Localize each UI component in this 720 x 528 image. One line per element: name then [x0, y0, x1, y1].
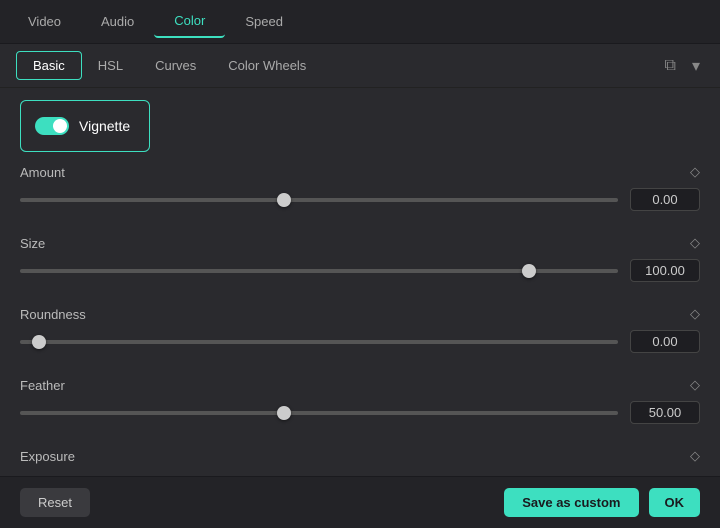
- size-label-row: Size ◇: [20, 235, 700, 251]
- roundness-input[interactable]: [630, 330, 700, 353]
- feather-label-row: Feather ◇: [20, 377, 700, 393]
- tab-audio[interactable]: Audio: [81, 6, 154, 37]
- top-tab-bar: Video Audio Color Speed: [0, 0, 720, 44]
- sub-tab-basic[interactable]: Basic: [16, 51, 82, 80]
- chevron-down-button[interactable]: ▾: [688, 52, 704, 80]
- reset-button[interactable]: Reset: [20, 488, 90, 517]
- ok-button[interactable]: OK: [649, 488, 701, 517]
- feather-slider[interactable]: [20, 411, 618, 415]
- amount-input[interactable]: [630, 188, 700, 211]
- exposure-slider-row: Exposure ◇: [20, 448, 700, 464]
- sub-tab-actions: ⧉ ▾: [661, 52, 704, 80]
- toggle-thumb: [53, 119, 67, 133]
- amount-slider[interactable]: [20, 198, 618, 202]
- bottom-bar: Reset Save as custom OK: [0, 476, 720, 528]
- vignette-section-header[interactable]: Vignette: [20, 100, 150, 152]
- bottom-right-actions: Save as custom OK: [504, 488, 700, 517]
- sub-tab-color-wheels[interactable]: Color Wheels: [212, 52, 322, 79]
- roundness-keyframe-icon[interactable]: ◇: [690, 306, 700, 322]
- sub-tab-bar: Basic HSL Curves Color Wheels ⧉ ▾: [0, 44, 720, 88]
- feather-keyframe-icon[interactable]: ◇: [690, 377, 700, 393]
- size-slider-row: Size ◇: [20, 235, 700, 282]
- tab-video[interactable]: Video: [8, 6, 81, 37]
- feather-label: Feather: [20, 378, 65, 393]
- main-content: Vignette Amount ◇ Size ◇ Roundness ◇: [0, 100, 720, 508]
- roundness-slider-row: Roundness ◇: [20, 306, 700, 353]
- tab-speed[interactable]: Speed: [225, 6, 303, 37]
- vignette-toggle[interactable]: [35, 117, 69, 135]
- roundness-control-row: [20, 330, 700, 353]
- size-label: Size: [20, 236, 45, 251]
- size-slider[interactable]: [20, 269, 618, 273]
- feather-slider-row: Feather ◇: [20, 377, 700, 424]
- save-as-custom-button[interactable]: Save as custom: [504, 488, 638, 517]
- sub-tab-curves[interactable]: Curves: [139, 52, 212, 79]
- amount-control-row: [20, 188, 700, 211]
- feather-control-row: [20, 401, 700, 424]
- size-control-row: [20, 259, 700, 282]
- exposure-label-row: Exposure ◇: [20, 448, 700, 464]
- size-keyframe-icon[interactable]: ◇: [690, 235, 700, 251]
- split-view-button[interactable]: ⧉: [661, 53, 680, 79]
- size-input[interactable]: [630, 259, 700, 282]
- roundness-label: Roundness: [20, 307, 86, 322]
- amount-label: Amount: [20, 165, 65, 180]
- exposure-label: Exposure: [20, 449, 75, 464]
- sub-tab-hsl[interactable]: HSL: [82, 52, 139, 79]
- feather-input[interactable]: [630, 401, 700, 424]
- tab-color[interactable]: Color: [154, 5, 225, 38]
- vignette-label: Vignette: [79, 118, 130, 134]
- amount-keyframe-icon[interactable]: ◇: [690, 164, 700, 180]
- amount-label-row: Amount ◇: [20, 164, 700, 180]
- roundness-label-row: Roundness ◇: [20, 306, 700, 322]
- exposure-keyframe-icon[interactable]: ◇: [690, 448, 700, 464]
- amount-slider-row: Amount ◇: [20, 164, 700, 211]
- roundness-slider[interactable]: [20, 340, 618, 344]
